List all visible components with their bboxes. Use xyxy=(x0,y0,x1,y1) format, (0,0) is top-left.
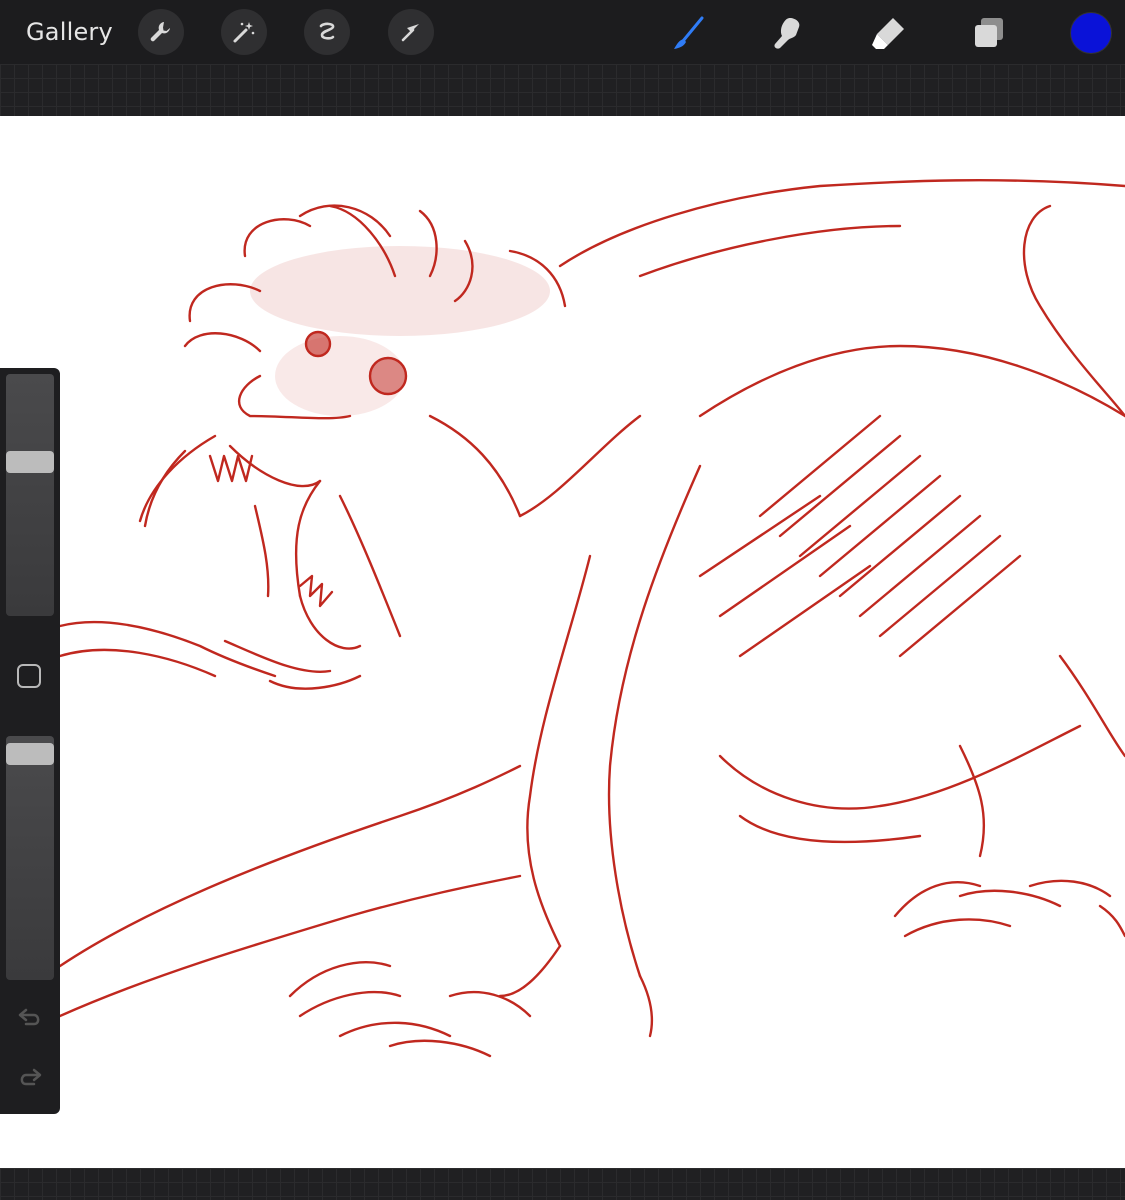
transform-arrow-icon xyxy=(401,24,419,42)
layers-icon xyxy=(975,18,1003,47)
redo-icon[interactable] xyxy=(16,1062,44,1090)
modify-button[interactable] xyxy=(17,664,41,688)
selection-button[interactable] xyxy=(304,9,350,55)
color-picker-button[interactable] xyxy=(1070,12,1112,54)
brush-button[interactable] xyxy=(666,10,712,56)
brush-sidebar xyxy=(0,368,60,1114)
wrench-icon xyxy=(150,22,170,42)
drawing-canvas[interactable] xyxy=(0,116,1125,1168)
transform-button[interactable] xyxy=(388,9,434,55)
layers-button[interactable] xyxy=(966,10,1012,56)
opacity-slider[interactable] xyxy=(6,736,54,980)
sketch-creature xyxy=(58,179,1125,1058)
magic-wand-icon xyxy=(233,22,255,43)
smudge-button[interactable] xyxy=(765,10,811,56)
eraser-button[interactable] xyxy=(865,10,911,56)
brush-icon xyxy=(674,16,704,49)
gallery-button[interactable]: Gallery xyxy=(26,16,113,48)
brush-size-slider[interactable] xyxy=(6,374,54,616)
undo-icon[interactable] xyxy=(16,1002,44,1030)
opacity-handle[interactable] xyxy=(6,742,54,765)
canvas-background-top xyxy=(0,64,1125,116)
eraser-icon xyxy=(872,18,904,49)
selection-icon xyxy=(319,22,335,40)
adjustments-button[interactable] xyxy=(221,9,267,55)
actions-button[interactable] xyxy=(138,9,184,55)
canvas-background-bottom xyxy=(0,1168,1125,1200)
top-toolbar: Gallery xyxy=(0,0,1125,64)
brush-size-handle[interactable] xyxy=(6,451,54,473)
smudge-icon xyxy=(774,18,800,49)
